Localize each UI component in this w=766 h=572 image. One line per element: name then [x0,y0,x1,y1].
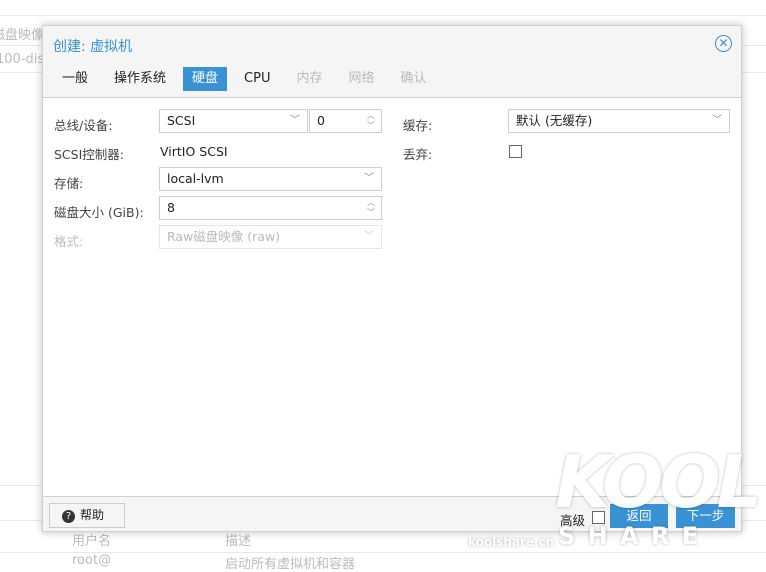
wizard-tabs: 一般 操作系统 硬盘 CPU 内存 网络 确认 [53,67,444,91]
tab-disk[interactable]: 硬盘 [183,67,228,91]
spinner-icon[interactable]: ︿ ﹀ [367,111,375,131]
help-button[interactable]: ? 帮助 [49,503,125,528]
tab-memory: 内存 [296,71,323,86]
chevron-down-icon: ﹀ [712,115,722,126]
bus-label: 总线/设备: [54,118,113,133]
watermark-sub: S H A R E [558,522,701,550]
tab-cpu[interactable]: CPU [235,67,279,91]
format-label: 格式: [54,234,84,249]
format-select: Raw磁盘映像 (raw) ﹀ [159,225,382,249]
bg-col-desc: 描述 [225,534,252,549]
spinner-icon[interactable]: ︿ ﹀ [367,198,375,218]
discard-checkbox[interactable] [509,145,522,158]
cache-label: 缓存: [403,118,433,133]
tab-confirm: 确认 [400,71,427,86]
size-label: 磁盘大小 (GiB): [54,205,144,220]
storage-label: 存储: [54,176,84,191]
chevron-down-icon: ﹀ [364,231,374,242]
bg-row3-user: root@ [72,553,112,568]
dialog-title: 创建: 虚拟机 [53,39,133,55]
controller-value: VirtIO SCSI [160,144,228,159]
help-label: 帮助 [80,508,105,522]
format-value: Raw磁盘映像 (raw) [167,229,281,244]
bus-select[interactable]: SCSI ﹀ [159,109,308,133]
device-stepper[interactable]: 0 ︿ ﹀ [309,109,382,133]
bus-value: SCSI [167,113,196,128]
chevron-down-icon: ﹀ [364,173,374,184]
bg-row3-desc: 启动所有虚拟机和容器 [225,557,356,572]
watermark-logo: KOOL [555,440,762,524]
storage-select[interactable]: local-lvm ﹀ [159,167,382,191]
cache-select[interactable]: 默认 (无缓存) ﹀ [508,109,730,133]
storage-value: local-lvm [167,171,224,186]
question-icon: ? [62,510,75,523]
cache-value: 默认 (无缓存) [516,113,593,128]
tab-os[interactable]: 操作系统 [105,67,175,91]
dialog-body: 总线/设备: SCSI ﹀ 0 ︿ ﹀ SCSI控制器: VirtIO SCSI 存储… [43,97,741,497]
tab-general[interactable]: 一般 [53,67,97,91]
size-value: 8 [167,200,175,215]
watermark-site: koolshare.cn [468,535,555,549]
discard-label: 丢弃: [403,147,433,162]
device-value: 0 [317,113,325,128]
close-icon[interactable]: ✕ [715,35,732,52]
chevron-down-icon: ﹀ [290,115,300,126]
size-input[interactable]: 8 ︿ ﹀ [159,196,382,220]
bg-col-user: 用户名 [72,534,112,549]
tab-network: 网络 [348,71,375,86]
controller-label: SCSI控制器: [54,147,124,162]
